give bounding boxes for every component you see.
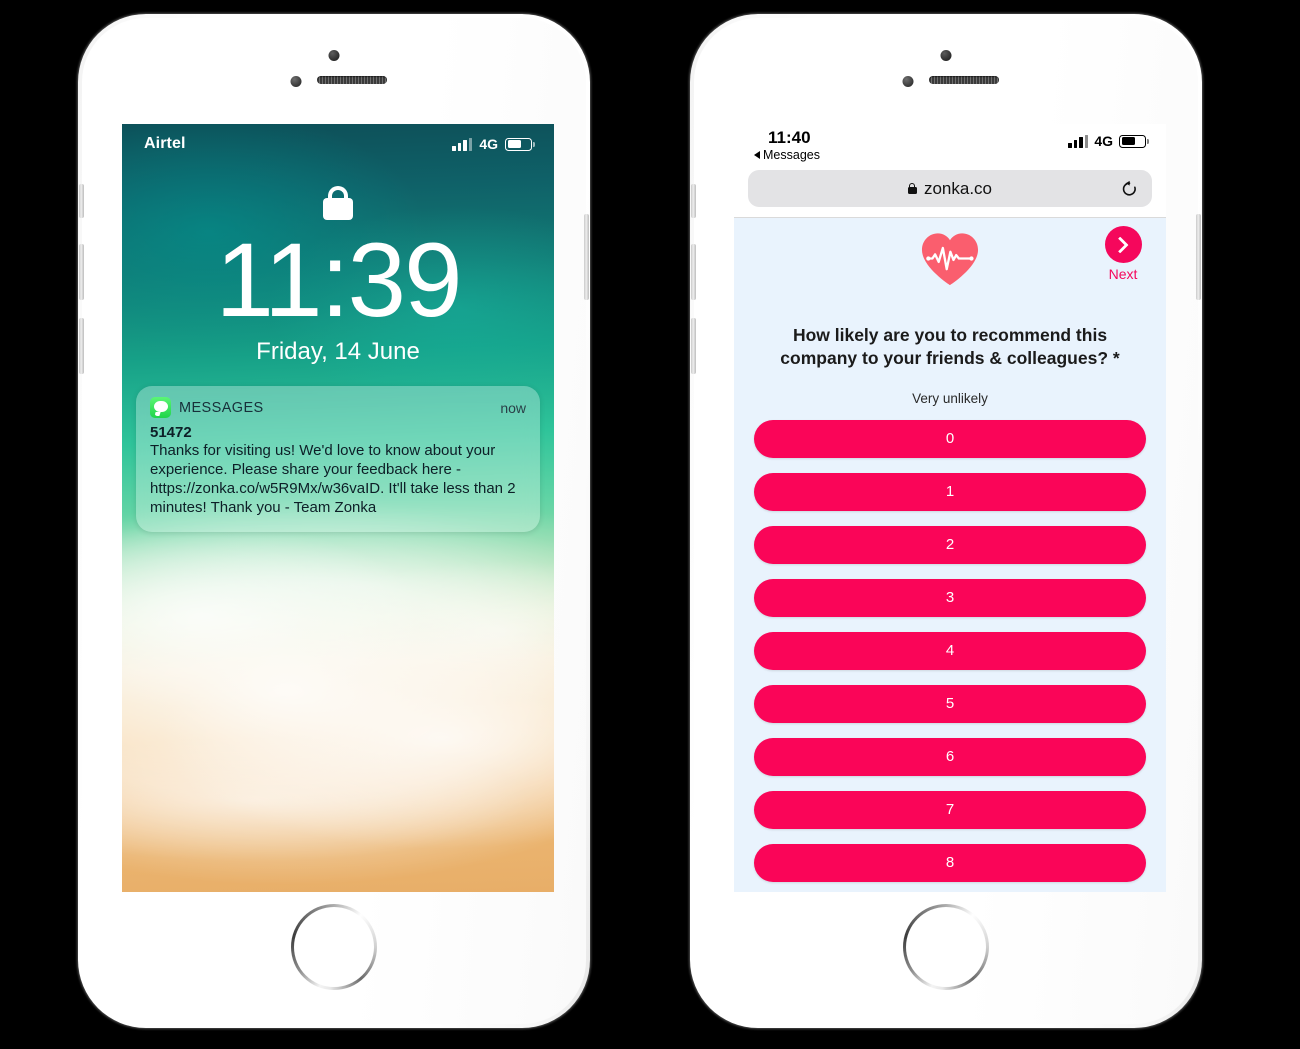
scale-low-label: Very unlikely <box>912 390 988 406</box>
status-indicators: 4G <box>1068 129 1149 149</box>
notification-sender: 51472 <box>150 424 192 441</box>
volume-down-button[interactable] <box>79 318 84 374</box>
rating-button-5[interactable]: 5 <box>754 684 1146 723</box>
phone-right-survey: 11:40 Messages 4G zonka.co Next How like… <box>690 14 1202 1028</box>
next-circle[interactable] <box>1104 226 1142 263</box>
back-to-messages-link[interactable]: Messages <box>754 148 820 162</box>
rating-button-4[interactable]: 4 <box>754 631 1146 670</box>
rating-options-list: 0 1 2 3 4 5 6 7 8 <box>734 419 1166 882</box>
status-bar: Airtel 4G <box>122 124 554 164</box>
phone-left-lockscreen: Airtel 4G 11:39 Friday, 14 June MESSAGES… <box>78 14 590 1028</box>
volume-up-button[interactable] <box>691 244 696 300</box>
battery-icon <box>505 137 535 151</box>
battery-icon <box>1119 134 1149 148</box>
silent-switch[interactable] <box>79 184 84 218</box>
address-bar[interactable]: zonka.co <box>748 170 1152 207</box>
notification-timestamp: now <box>500 399 526 416</box>
phone-body: Airtel 4G 11:39 Friday, 14 June MESSAGES… <box>79 18 589 1024</box>
survey-content: Next How likely are you to recommend thi… <box>734 218 1166 892</box>
clock-label: 11:40 <box>768 128 811 147</box>
home-button[interactable] <box>291 904 377 990</box>
rating-button-8[interactable]: 8 <box>754 843 1146 882</box>
home-button[interactable] <box>903 904 989 990</box>
carrier-label: Airtel <box>144 135 186 152</box>
network-type-label: 4G <box>1094 133 1113 149</box>
earpiece-speaker-icon <box>317 76 387 84</box>
next-button-label: Next <box>1108 266 1138 282</box>
back-link-label: Messages <box>763 147 820 162</box>
back-arrow-icon <box>754 150 760 159</box>
proximity-sensor-icon <box>290 76 302 87</box>
proximity-sensor-icon <box>902 76 914 87</box>
volume-down-button[interactable] <box>691 318 696 374</box>
browser-toolbar: zonka.co <box>734 168 1166 217</box>
network-type-label: 4G <box>479 136 498 152</box>
reload-icon[interactable] <box>1121 180 1138 197</box>
phone-body: 11:40 Messages 4G zonka.co Next How like… <box>691 18 1201 1024</box>
signal-strength-icon <box>452 137 473 151</box>
earpiece-speaker-icon <box>929 76 999 84</box>
notification-body: Thanks for visiting us! We'd love to kno… <box>150 442 516 516</box>
notification-card[interactable]: MESSAGES now 51472 Thanks for visiting u… <box>136 386 540 532</box>
lock-screen-date: Friday, 14 June <box>256 338 420 365</box>
rating-button-3[interactable]: 3 <box>754 578 1146 617</box>
front-camera-icon <box>328 50 340 61</box>
next-button[interactable]: Next <box>1096 226 1150 282</box>
signal-strength-icon <box>1068 134 1089 148</box>
rating-button-6[interactable]: 6 <box>754 737 1146 776</box>
power-button[interactable] <box>584 214 589 300</box>
survey-question: How likely are you to recommend this com… <box>780 325 1120 369</box>
rating-button-2[interactable]: 2 <box>754 525 1146 564</box>
messages-app-icon <box>150 397 171 418</box>
url-label: zonka.co <box>923 178 993 198</box>
rating-button-1[interactable]: 1 <box>754 472 1146 511</box>
status-bar: 11:40 Messages 4G <box>734 124 1166 168</box>
front-camera-icon <box>940 50 952 61</box>
chevron-right-icon <box>1111 236 1129 253</box>
silent-switch[interactable] <box>691 184 696 218</box>
heart-pulse-icon <box>919 230 981 288</box>
lock-icon <box>323 186 353 220</box>
rating-button-7[interactable]: 7 <box>754 790 1146 829</box>
notification-app-name: MESSAGES <box>179 399 264 416</box>
lock-screen-time: 11:39 <box>215 222 463 339</box>
status-indicators: 4G <box>452 136 535 152</box>
browser-screen: 11:40 Messages 4G zonka.co Next How like… <box>734 124 1166 892</box>
lock-screen: Airtel 4G 11:39 Friday, 14 June MESSAGES… <box>122 124 554 892</box>
power-button[interactable] <box>1196 214 1201 300</box>
volume-up-button[interactable] <box>79 244 84 300</box>
notification-header: MESSAGES now <box>150 397 526 418</box>
secure-lock-icon <box>907 183 917 194</box>
rating-button-0[interactable]: 0 <box>754 419 1146 458</box>
